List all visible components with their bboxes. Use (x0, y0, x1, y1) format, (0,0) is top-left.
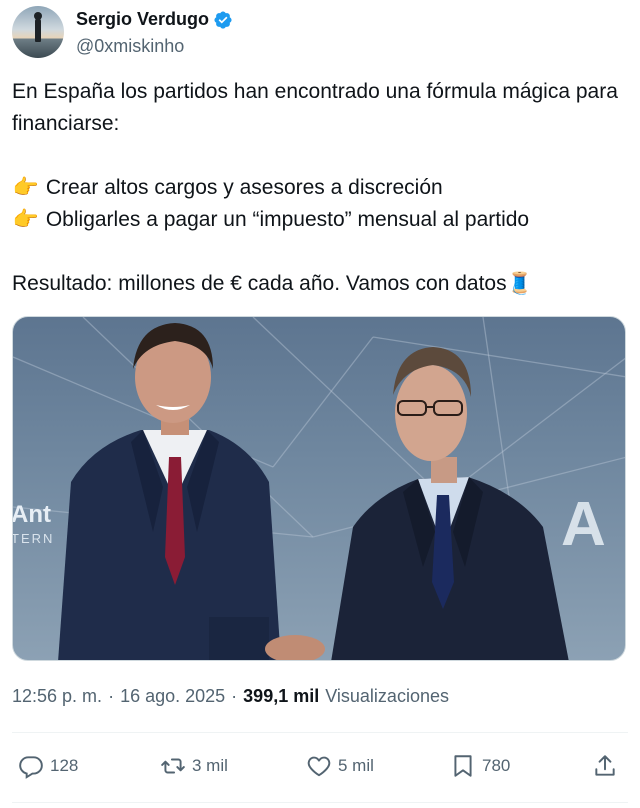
heart-icon (307, 756, 331, 777)
like-button[interactable]: 5 mil (306, 748, 374, 784)
bookmark-button[interactable]: 780 (450, 748, 510, 784)
photo-illustration: Ant TERN A (13, 317, 625, 660)
tweet-text: En España los partidos han encontrado un… (12, 76, 628, 300)
repost-count: 3 mil (192, 756, 228, 775)
reply-icon (19, 756, 43, 779)
divider (12, 732, 628, 733)
author-name-row[interactable]: Sergio Verdugo (76, 9, 233, 30)
reply-count: 128 (50, 756, 79, 775)
reply-button[interactable]: 128 (18, 748, 78, 784)
avatar[interactable] (12, 6, 64, 58)
action-bar: 128 3 mil 5 mil 780 (12, 748, 628, 784)
author-handle[interactable]: @0xmiskinho (76, 36, 184, 57)
pointing-hand-icon: 👉 (12, 176, 40, 199)
svg-text:TERN: TERN (13, 531, 54, 546)
tweet-date[interactable]: 16 ago. 2025 (120, 686, 225, 707)
svg-text:Ant: Ant (13, 501, 51, 528)
share-button[interactable] (592, 748, 618, 784)
thread-icon: 🧵 (506, 272, 533, 295)
tweet-bullet-1: 👉 Crear altos cargos y asesores a discre… (12, 172, 628, 204)
bookmark-count: 780 (482, 756, 511, 775)
bookmark-icon (454, 755, 472, 777)
tweet-time[interactable]: 12:56 p. m. (12, 686, 102, 707)
views-count: 399,1 mil (243, 686, 320, 706)
tweet-meta: 12:56 p. m. · 16 ago. 2025 · 399,1 mil V… (12, 686, 449, 707)
like-count: 5 mil (338, 756, 374, 775)
repost-button[interactable]: 3 mil (160, 748, 228, 784)
tweet-bullet-2: 👉 Obligarles a pagar un “impuesto” mensu… (12, 204, 628, 236)
meta-separator: · (231, 686, 238, 706)
share-icon (595, 755, 615, 776)
meta-separator: · (108, 686, 115, 706)
svg-text:A: A (561, 490, 606, 559)
author-name[interactable]: Sergio Verdugo (76, 9, 209, 30)
views-label: Visualizaciones (325, 686, 449, 706)
repost-icon (161, 758, 185, 774)
tweet-result: Resultado: millones de € cada año. Vamos… (12, 272, 533, 295)
tweet-header: Sergio Verdugo @0xmiskinho (12, 6, 628, 58)
tweet-intro: En España los partidos han encontrado un… (12, 80, 618, 135)
verified-badge-icon (214, 10, 232, 29)
divider (12, 802, 628, 803)
pointing-hand-icon: 👉 (12, 208, 40, 231)
tweet-photo[interactable]: Ant TERN A (12, 316, 626, 661)
